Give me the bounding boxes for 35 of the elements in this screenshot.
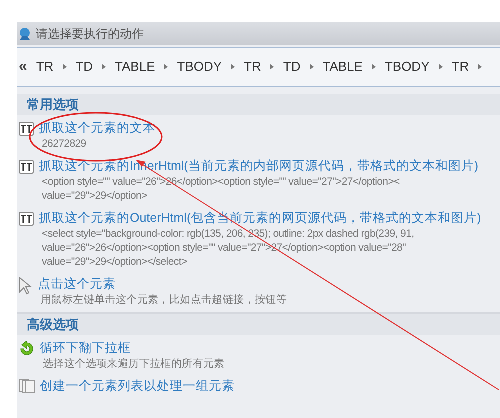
action-link[interactable]: 循环下翻下拉框 <box>40 340 225 357</box>
action-description: value="29">29</option> <box>41 189 148 203</box>
chevron-icon <box>164 64 168 70</box>
breadcrumb-item[interactable]: TBODY <box>177 57 222 77</box>
window-title: 请选择要执行的动作 <box>36 26 144 42</box>
action-link[interactable]: 创建一个元素列表以处理一组元素 <box>40 378 235 395</box>
back-button[interactable]: « <box>19 56 28 78</box>
breadcrumb-item[interactable]: TR <box>452 57 470 77</box>
chevron-icon <box>372 64 376 70</box>
chevron-icon <box>478 64 482 70</box>
breadcrumb-item[interactable]: TD <box>283 57 301 77</box>
text-icon <box>19 212 34 226</box>
action-description: 用鼠标左键单击这个元素，比如点击超链接，按钮等 <box>40 293 288 307</box>
chevron-icon <box>438 64 443 70</box>
chevron-icon <box>62 64 67 70</box>
breadcrumb-item[interactable]: TR <box>36 57 54 77</box>
breadcrumb-item[interactable]: TD <box>76 57 94 77</box>
text-icon <box>19 160 34 174</box>
section-header: 高级选项 <box>17 314 500 335</box>
action-description: value="29">29</option></select> <box>41 255 188 269</box>
section-header: 常用选项 <box>17 94 500 115</box>
chevron-icon <box>102 64 106 70</box>
action-link[interactable]: 点击这个元素 <box>38 276 288 293</box>
action-description: 选择这个选项来遍历下拉框的所有元素 <box>42 357 225 371</box>
loop-icon <box>19 341 35 357</box>
breadcrumb-item[interactable]: TABLE <box>322 57 363 77</box>
app-icon <box>18 26 32 40</box>
chevron-icon <box>231 64 236 70</box>
chevron-icon <box>310 64 314 70</box>
action-description: 26272829 <box>41 137 88 151</box>
breadcrumb-item[interactable]: TBODY <box>384 57 430 77</box>
text-icon <box>19 122 34 136</box>
breadcrumb-item[interactable]: TR <box>244 57 262 77</box>
chevron-icon <box>270 64 274 70</box>
breadcrumb-item[interactable]: TABLE <box>115 57 156 77</box>
